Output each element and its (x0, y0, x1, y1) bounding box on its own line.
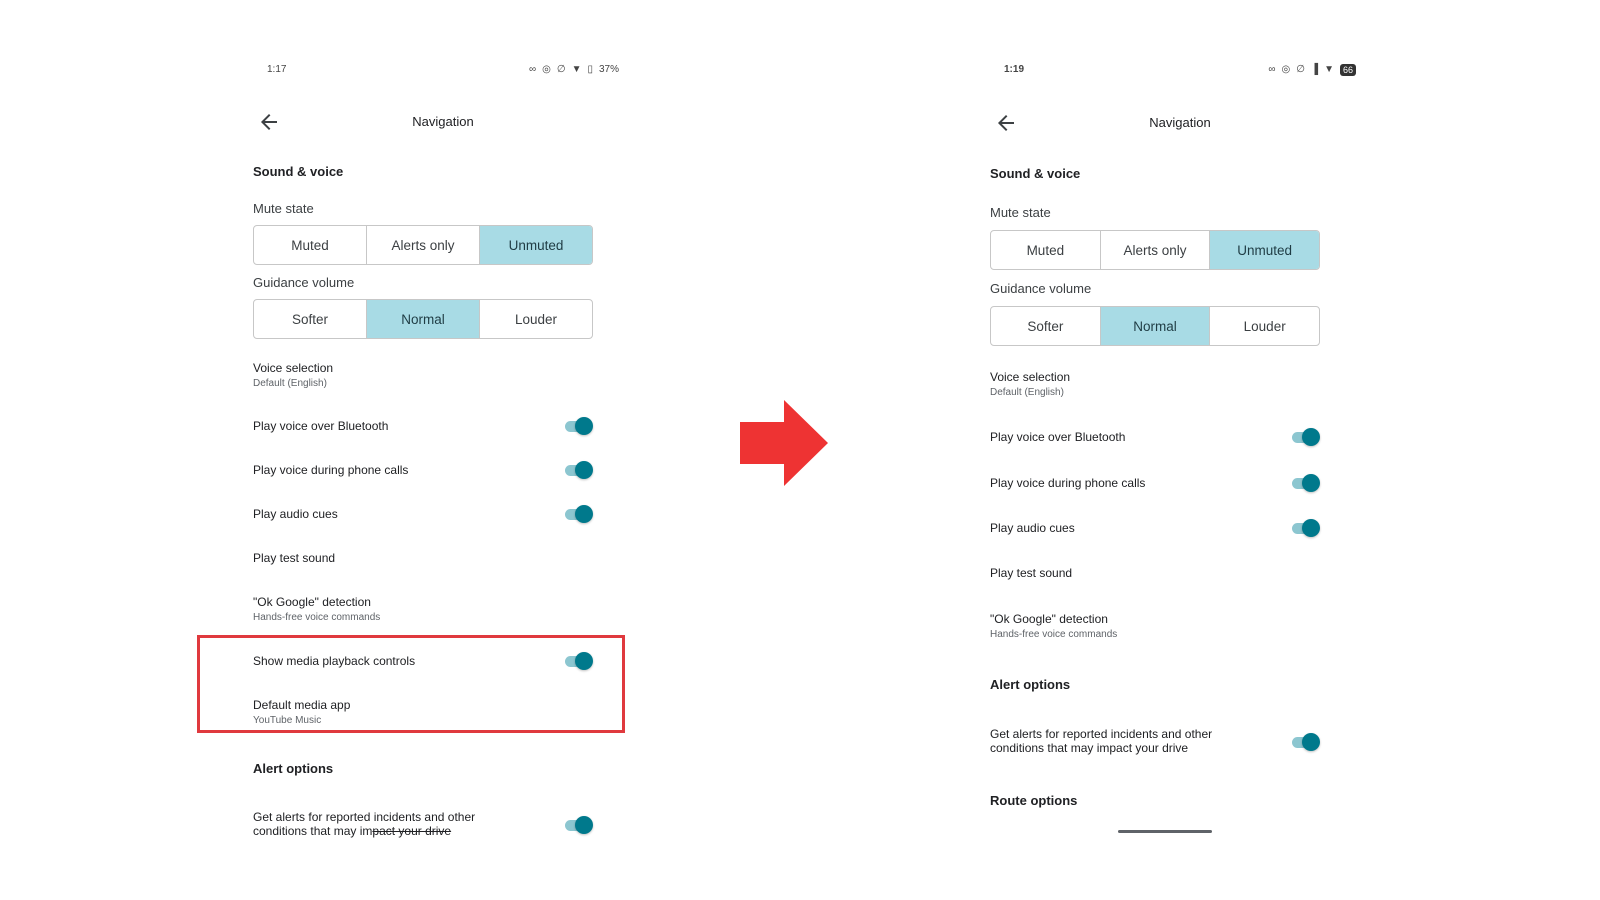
location-icon: ◎ (1281, 64, 1291, 75)
voice-selection-subtitle: Default (English) (990, 387, 1064, 398)
gesture-nav-bar[interactable] (1118, 830, 1212, 833)
highlight-box (197, 635, 625, 733)
bluetooth-voice-label: Play voice over Bluetooth (990, 430, 1126, 444)
mute-option-unmuted[interactable]: Unmuted (1210, 231, 1319, 269)
left-phone-screen: 1:17 ∞ ◎ ∅ ▼ ▯ 37% Navigation Sound & vo… (253, 0, 633, 900)
battery-percent: 37% (598, 64, 619, 75)
audio-cues-toggle[interactable] (563, 505, 593, 523)
play-test-sound-label: Play test sound (253, 551, 336, 565)
phone-calls-voice-toggle[interactable] (563, 461, 593, 479)
ok-google-row[interactable]: "Ok Google" detection Hands-free voice c… (253, 595, 593, 623)
mute-option-muted[interactable]: Muted (254, 226, 367, 264)
play-test-sound-row[interactable]: Play test sound (253, 551, 593, 565)
status-bar: 1:17 ∞ ◎ ∅ ▼ ▯ 37% (267, 64, 619, 78)
incident-alerts-line2: conditions that may impact your drive (253, 824, 452, 838)
link-icon: ∞ (528, 64, 537, 75)
incident-alerts-line2: conditions that may impact your drive (990, 741, 1189, 755)
right-arrow-icon (740, 400, 828, 486)
voice-selection-title: Voice selection (990, 370, 1071, 384)
link-icon: ∞ (1268, 64, 1276, 75)
wifi-icon: ▼ (571, 64, 582, 75)
phone-calls-voice-label: Play voice during phone calls (990, 476, 1146, 490)
right-phone-screen: 1:19 ∞ ◎ ∅ ▐ ▼ 66 Navigation Sound & voi… (990, 0, 1370, 900)
guidance-volume-label: Guidance volume (990, 281, 1092, 296)
ok-google-title: "Ok Google" detection (253, 595, 371, 609)
incident-alerts-row[interactable]: Get alerts for reported incidents and ot… (990, 727, 1320, 755)
mute-state-label: Mute state (253, 201, 314, 216)
app-bar: Navigation (990, 109, 1370, 139)
mute-icon: ∅ (1296, 64, 1305, 75)
bluetooth-voice-label: Play voice over Bluetooth (253, 419, 389, 433)
volume-option-softer[interactable]: Softer (991, 307, 1101, 345)
bluetooth-voice-row[interactable]: Play voice over Bluetooth (253, 417, 593, 435)
mute-state-selector: Muted Alerts only Unmuted (990, 230, 1320, 270)
incident-alerts-row[interactable]: Get alerts for reported incidents and ot… (253, 810, 593, 838)
guidance-volume-selector: Softer Normal Louder (990, 306, 1320, 346)
phone-calls-voice-row[interactable]: Play voice during phone calls (253, 461, 593, 479)
bluetooth-voice-toggle[interactable] (563, 417, 593, 435)
section-alert-options: Alert options (990, 677, 1071, 692)
ok-google-subtitle: Hands-free voice commands (253, 612, 381, 623)
section-sound-voice: Sound & voice (990, 166, 1081, 181)
location-icon: ◎ (542, 64, 551, 75)
app-bar: Navigation (253, 108, 633, 138)
volume-option-softer[interactable]: Softer (254, 300, 367, 338)
wifi-icon: ▼ (1324, 64, 1334, 75)
volume-option-louder[interactable]: Louder (480, 300, 592, 338)
mute-state-label: Mute state (990, 205, 1051, 220)
page-title: Navigation (412, 114, 474, 129)
phone-calls-voice-row[interactable]: Play voice during phone calls (990, 474, 1320, 492)
section-sound-voice: Sound & voice (253, 164, 344, 179)
status-time: 1:17 (267, 64, 287, 75)
bluetooth-voice-toggle[interactable] (1290, 428, 1320, 446)
mute-icon: ∅ (556, 64, 566, 75)
incident-alerts-line1: Get alerts for reported incidents and ot… (990, 727, 1213, 741)
mute-option-alerts-only[interactable]: Alerts only (1101, 231, 1211, 269)
status-time: 1:19 (1004, 64, 1025, 75)
incident-alerts-toggle[interactable] (563, 816, 593, 834)
battery-icon: 66 (1339, 64, 1356, 76)
phone-calls-voice-toggle[interactable] (1290, 474, 1320, 492)
ok-google-row[interactable]: "Ok Google" detection Hands-free voice c… (990, 612, 1320, 640)
audio-cues-label: Play audio cues (990, 521, 1075, 535)
bluetooth-voice-row[interactable]: Play voice over Bluetooth (990, 428, 1320, 446)
voice-selection-row[interactable]: Voice selection Default (English) (253, 361, 593, 389)
volume-option-normal[interactable]: Normal (1100, 307, 1211, 345)
play-test-sound-row[interactable]: Play test sound (990, 566, 1320, 580)
mute-option-muted[interactable]: Muted (991, 231, 1101, 269)
guidance-volume-label: Guidance volume (253, 275, 355, 290)
audio-cues-toggle[interactable] (1290, 519, 1320, 537)
section-alert-options: Alert options (253, 761, 334, 776)
audio-cues-row[interactable]: Play audio cues (990, 519, 1320, 537)
phone-calls-voice-label: Play voice during phone calls (253, 463, 409, 477)
voice-selection-subtitle: Default (English) (253, 378, 327, 389)
page-title: Navigation (1149, 115, 1211, 130)
mute-option-unmuted[interactable]: Unmuted (480, 226, 592, 264)
signal-icon: ▐ (1310, 64, 1319, 75)
ok-google-title: "Ok Google" detection (990, 612, 1108, 626)
mute-option-alerts-only[interactable]: Alerts only (367, 226, 480, 264)
incident-alerts-line1: Get alerts for reported incidents and ot… (253, 810, 476, 824)
ok-google-subtitle: Hands-free voice commands (990, 629, 1118, 640)
section-route-options: Route options (990, 793, 1078, 808)
guidance-volume-selector: Softer Normal Louder (253, 299, 593, 339)
battery-icon: ▯ (587, 64, 593, 75)
mute-state-selector: Muted Alerts only Unmuted (253, 225, 593, 265)
volume-option-louder[interactable]: Louder (1210, 307, 1319, 345)
play-test-sound-label: Play test sound (990, 566, 1073, 580)
audio-cues-row[interactable]: Play audio cues (253, 505, 593, 523)
status-bar: 1:19 ∞ ◎ ∅ ▐ ▼ 66 (1004, 64, 1356, 78)
incident-alerts-toggle[interactable] (1290, 733, 1320, 751)
volume-option-normal[interactable]: Normal (367, 300, 480, 338)
voice-selection-title: Voice selection (253, 361, 334, 375)
voice-selection-row[interactable]: Voice selection Default (English) (990, 370, 1320, 398)
audio-cues-label: Play audio cues (253, 507, 338, 521)
